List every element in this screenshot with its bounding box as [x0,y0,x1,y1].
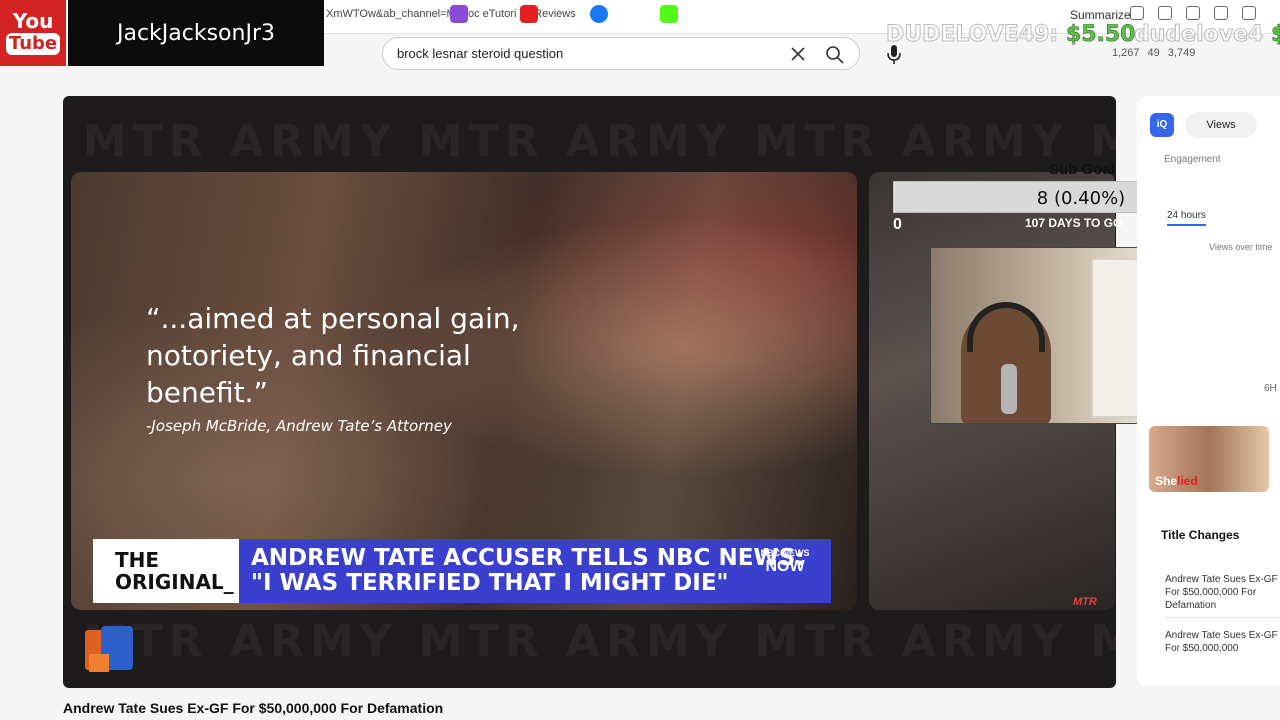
title-changes-heading: Title Changes [1161,528,1240,542]
video-title: Andrew Tate Sues Ex-GF For $50,000,000 F… [63,700,444,716]
translate-icon[interactable] [1130,6,1144,20]
youtube-icon[interactable] [520,5,538,23]
headset-icon [967,302,1045,352]
donation-alert-1: DUDELOVE49: $5.50 [885,22,1136,48]
clear-icon[interactable] [787,43,809,65]
kick-icon[interactable] [660,5,678,23]
title-change-item: Andrew Tate Sues Ex-GF For $50,000,000 F… [1165,574,1278,611]
donor-name: DUDELOVE49: [885,22,1059,48]
views-over-time-label: Views over time [1209,242,1273,252]
show-name: THE ORIGINAL_ [93,539,239,603]
search-bar [382,37,860,70]
microphone-icon[interactable] [882,42,906,66]
settings-icon[interactable] [1242,6,1256,20]
chart-6h-label: 6H [1264,383,1277,394]
extensions-icon[interactable] [1214,6,1228,20]
views-count: 3,749 [1167,47,1196,59]
webcam-microphone [1001,364,1017,414]
star-icon[interactable] [1186,6,1200,20]
search-icon[interactable] [823,43,847,65]
sub-goal-title: Sub Goal [1049,161,1115,178]
watermark-text: MTR ARMY MTR ARMY MTR ARMY MTR ARMY [83,116,1116,167]
donor-name: dudelove4 [1133,22,1264,48]
watermark-text: MTR ARMY MTR ARMY MTR ARMY MTR ARMY [83,616,1116,667]
divider [1165,617,1280,618]
thumbnail-text: Shelied [1155,474,1198,488]
facebook-icon[interactable] [590,5,608,23]
mtr-logo: MTR [1073,596,1097,608]
browser-toolbar-icons [1130,6,1256,20]
tab-24-hours[interactable]: 24 hours [1167,210,1206,226]
headline: ANDREW TATE ACCUSER TELLS NBC NEWS: "I W… [239,539,831,603]
vidiq-logo[interactable]: iQ [1150,113,1174,137]
donation-amount: $5 [1270,22,1280,48]
likes-count: 1,267 [1112,47,1140,59]
donation-amount: $5.50 [1065,22,1136,48]
quote-attribution: -Joseph McBride, Andrew Tate’s Attorney [146,417,452,435]
donation-alert-2: dudelove4 $5 [1133,22,1280,48]
quote-text: “...aimed at personal gain, notoriety, a… [146,302,520,409]
analytics-sidebar: iQ Views Engagement 24 hours Views over … [1137,96,1280,686]
sub-goal-days-left: 107 DAYS TO GO [1025,216,1123,230]
viewers-count: 49 [1147,47,1160,59]
twitch-icon[interactable] [450,5,468,23]
grid-icon[interactable] [1158,6,1172,20]
sub-goal-start: 0 [893,216,902,233]
video-stats: 1,267 49 3,749 [1112,47,1195,59]
video-thumbnail[interactable]: Shelied [1149,426,1269,492]
tab-views[interactable]: Views [1185,112,1257,138]
title-change-item: Andrew Tate Sues Ex-GF For $50,000,000 [1165,630,1278,654]
news-lower-third: THE ORIGINAL_ ANDREW TATE ACCUSER TELLS … [93,539,831,603]
news-clip: “...aimed at personal gain, notoriety, a… [71,172,857,610]
channel-name-banner: JackJacksonJr3 [68,0,324,66]
youtube-logo: You Tube [0,0,66,66]
summarize-button[interactable]: Summarize [1070,8,1131,22]
search-input[interactable] [397,46,777,61]
engagement-label: Engagement [1164,154,1221,165]
channel-corner-logo [85,626,133,672]
nbc-news-now-logo: NBC NEWS NOW [760,548,810,575]
